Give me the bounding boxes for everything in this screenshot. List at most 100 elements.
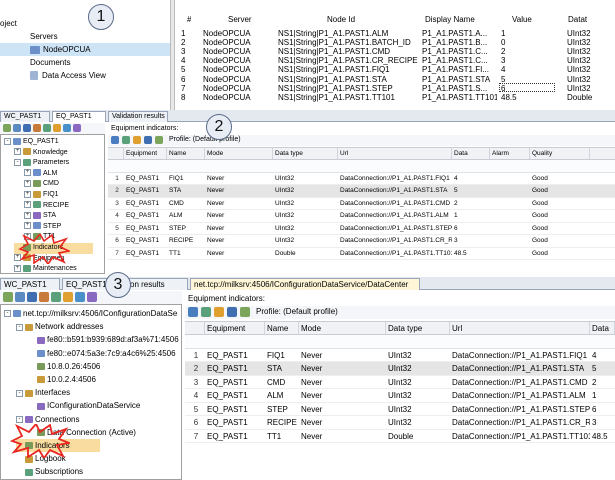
toolbar-button-icon[interactable]: [63, 124, 71, 132]
tree-item[interactable]: - EQ_PAST1: [4, 137, 59, 148]
column-header[interactable]: Url: [450, 322, 590, 334]
tree-item[interactable]: - Network addresses: [16, 320, 103, 333]
table-row[interactable]: 2 NodeOPCUA NS1|String|P1_A1.PAST1.BATCH_I…: [175, 38, 615, 47]
column-header[interactable]: Quality: [530, 148, 590, 159]
document-tab[interactable]: net.tcp://milksrv:4506/IConfigurationDat…: [190, 278, 420, 290]
tree-item[interactable]: + Knowledge: [14, 148, 68, 159]
column-header[interactable]: Mode: [205, 148, 273, 159]
table-row[interactable]: 1 EQ_PAST1 FIQ1 Never UInt32 DataConnection:/…: [108, 173, 615, 185]
tree-item[interactable]: 10.8.0.26:4506: [28, 360, 100, 373]
column-header[interactable]: Url: [338, 148, 452, 159]
tree-item[interactable]: + Maintenances: [14, 264, 77, 273]
table-row[interactable]: 3 NodeOPCUA NS1|String|P1_A1.PAST1.CMD P1_A…: [175, 47, 615, 56]
toolbar-button-icon[interactable]: [73, 124, 81, 132]
value-edit-box[interactable]: [499, 83, 555, 92]
column-header[interactable]: Name: [265, 322, 299, 334]
column-header[interactable]: Value: [512, 13, 532, 27]
toolbar-button-icon[interactable]: [87, 292, 97, 302]
table-row[interactable]: 4 EQ_PAST1 ALM Never UInt32 DataConnection://…: [108, 210, 615, 223]
profile-toolbar-icon[interactable]: [240, 307, 250, 317]
expander-icon[interactable]: +: [14, 148, 21, 156]
tree-item[interactable]: 10.0.2.4:4506: [28, 373, 96, 386]
expander-icon[interactable]: -: [16, 323, 23, 331]
expander-icon[interactable]: +: [24, 222, 31, 230]
tree-item[interactable]: + STA: [24, 211, 56, 222]
document-tab[interactable]: WC_PAST1: [0, 111, 50, 122]
tree-item[interactable]: + RECIPE: [24, 201, 69, 212]
tree-item[interactable]: fe80::e074:5a3e:7c9:a4c6%25:4506: [28, 347, 176, 360]
profile-toolbar-icon[interactable]: [122, 136, 130, 144]
table-row[interactable]: 2 EQ_PAST1 STA Never UInt32 DataConnection://…: [108, 185, 615, 198]
column-header[interactable]: Name: [167, 148, 205, 159]
column-header[interactable]: Alarm: [490, 148, 530, 159]
expander-icon[interactable]: -: [14, 158, 21, 166]
project-tree-item[interactable]: Documents: [0, 56, 170, 69]
column-header[interactable]: Display Name: [425, 13, 475, 27]
toolbar-button-icon[interactable]: [63, 292, 73, 302]
toolbar-button-icon[interactable]: [13, 124, 21, 132]
expander-icon[interactable]: -: [4, 137, 11, 145]
document-tab[interactable]: EQ_PAST1: [52, 111, 106, 122]
profile-selector[interactable]: Profile: (Default profile): [169, 135, 241, 145]
column-header[interactable]: Data type: [273, 148, 338, 159]
table-row[interactable]: 1 EQ_PAST1 FIQ1 Never UInt32 DataConnection:/…: [185, 349, 615, 362]
tree-item[interactable]: IConfigurationDataService: [28, 399, 140, 412]
profile-toolbar-icon[interactable]: [227, 307, 237, 317]
column-header[interactable]: Node Id: [327, 13, 355, 27]
expander-icon[interactable]: -: [16, 389, 23, 397]
table-row[interactable]: 5 EQ_PAST1 STEP Never UInt32 DataConnection:/…: [185, 403, 615, 416]
profile-toolbar-icon[interactable]: [133, 136, 141, 144]
tree-item[interactable]: + FIQ1: [24, 190, 59, 201]
project-tree-item[interactable]: oject: [0, 17, 170, 30]
column-header[interactable]: Equipment: [124, 148, 167, 159]
project-tree-item[interactable]: NodeOPCUA: [0, 43, 170, 56]
table-row[interactable]: 6 EQ_PAST1 RECIPE Never UInt32 DataConnection…: [108, 235, 615, 248]
column-header[interactable]: [185, 322, 205, 334]
column-header[interactable]: Data: [452, 148, 490, 159]
table-row[interactable]: 5 NodeOPCUA NS1|String|P1_A1.PAST1.FIQ1 P1_…: [175, 65, 615, 74]
expander-icon[interactable]: -: [4, 310, 11, 318]
expander-icon[interactable]: +: [24, 180, 31, 188]
table-row[interactable]: 1 NodeOPCUA NS1|String|P1_A1.PAST1.ALM P1_A…: [175, 29, 615, 38]
toolbar-button-icon[interactable]: [15, 292, 25, 302]
toolbar-button-icon[interactable]: [27, 292, 37, 302]
toolbar-button-icon[interactable]: [39, 292, 49, 302]
table-row[interactable]: 5 EQ_PAST1 STEP Never UInt32 DataConnection:/…: [108, 223, 615, 235]
toolbar-button-icon[interactable]: [51, 292, 61, 302]
column-header[interactable]: Equipment: [205, 322, 265, 334]
profile-toolbar-icon[interactable]: [111, 136, 119, 144]
document-tab[interactable]: tion results: [122, 278, 188, 290]
toolbar-button-icon[interactable]: [33, 124, 41, 132]
table-row[interactable]: 7 EQ_PAST1 TT1 Never Double DataConnection://…: [108, 248, 615, 260]
profile-toolbar-icon[interactable]: [155, 136, 163, 144]
tree-item[interactable]: + ALM: [24, 169, 57, 180]
tree-item[interactable]: + CMD: [24, 179, 59, 190]
table-row[interactable]: 4 EQ_PAST1 ALM Never UInt32 DataConnection://…: [185, 389, 615, 403]
document-tab[interactable]: WC_PAST1: [0, 278, 60, 290]
project-tree-item[interactable]: Servers: [0, 30, 170, 43]
column-header[interactable]: #: [187, 13, 191, 27]
expander-icon[interactable]: +: [24, 190, 31, 198]
tree-item[interactable]: + STEP: [24, 222, 61, 233]
expander-icon[interactable]: +: [24, 211, 31, 219]
toolbar-button-icon[interactable]: [23, 124, 31, 132]
column-header[interactable]: Mode: [299, 322, 386, 334]
expander-icon[interactable]: +: [24, 201, 31, 209]
tree-item[interactable]: fe80::b591:b939:689d:af3a%71:4506: [28, 333, 179, 346]
toolbar-button-icon[interactable]: [43, 124, 51, 132]
column-header[interactable]: Datat: [568, 13, 587, 27]
table-row[interactable]: 2 EQ_PAST1 STA Never UInt32 DataConnection://…: [185, 362, 615, 376]
table-row[interactable]: 7 EQ_PAST1 TT1 Never Double DataConnection://…: [185, 430, 615, 443]
table-row[interactable]: 6 EQ_PAST1 RECIPE Never UInt32 DataConnection…: [185, 416, 615, 430]
profile-toolbar-icon[interactable]: [214, 307, 224, 317]
toolbar-button-icon[interactable]: [3, 124, 11, 132]
table-row[interactable]: 8 NodeOPCUA NS1|String|P1_A1.PAST1.TT101 P1…: [175, 93, 615, 102]
toolbar-button-icon[interactable]: [3, 292, 13, 302]
table-row[interactable]: 4 NodeOPCUA NS1|String|P1_A1.PAST1.CR_RECI…: [175, 56, 615, 65]
project-tree-item[interactable]: Data Access View: [0, 69, 170, 82]
expander-icon[interactable]: +: [24, 169, 31, 177]
profile-toolbar-icon[interactable]: [201, 307, 211, 317]
tree-item[interactable]: Subscriptions: [16, 465, 83, 478]
profile-toolbar-icon[interactable]: [188, 307, 198, 317]
table-row[interactable]: 3 EQ_PAST1 CMD Never UInt32 DataConnection://…: [185, 376, 615, 389]
